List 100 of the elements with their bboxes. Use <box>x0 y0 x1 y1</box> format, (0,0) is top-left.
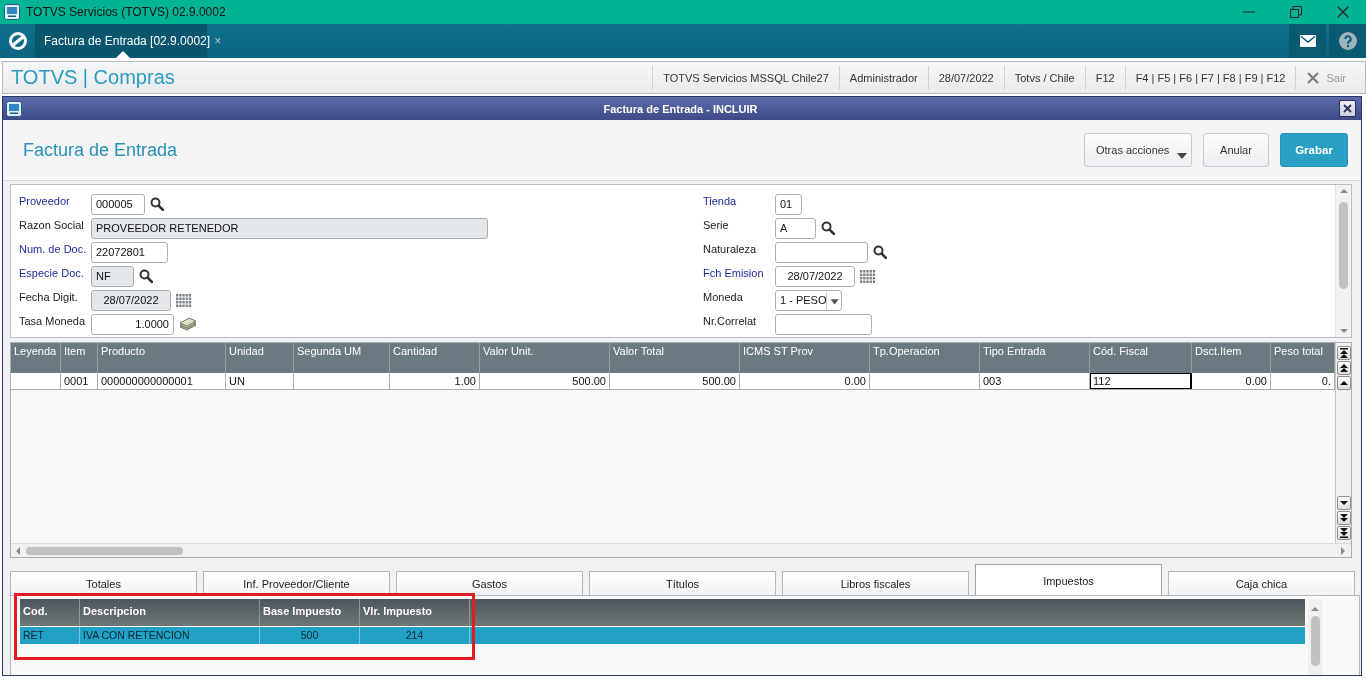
tab-close-button[interactable]: × <box>214 34 222 48</box>
double-down-arrow-icon <box>1338 513 1349 523</box>
input-field[interactable]: 01 <box>775 193 802 215</box>
calendar-icon[interactable] <box>176 293 192 307</box>
header-info-text: Administrador <box>838 65 928 90</box>
mail-button[interactable] <box>1289 24 1326 58</box>
table-cell: RET <box>20 627 80 644</box>
input-field[interactable]: NF <box>91 265 134 287</box>
tab[interactable]: Libros fiscales <box>782 571 969 595</box>
caret-icon <box>826 290 841 310</box>
action-button[interactable]: Anular <box>1203 133 1269 167</box>
input-field[interactable]: PROVEEDOR RETENEDOR <box>91 217 488 239</box>
field-label: Fecha Digit. <box>19 290 79 303</box>
search-icon[interactable] <box>139 269 153 283</box>
header-info-text: F12 <box>1084 65 1125 90</box>
tab[interactable]: Caja chica <box>1168 571 1355 595</box>
header-info-text: TOTVS Servicios MSSQL Chile27 <box>652 65 839 90</box>
field-label: Proveedor <box>19 194 71 207</box>
field-label: Tasa Moneda <box>19 314 87 327</box>
down-arrow-icon <box>1338 498 1349 508</box>
search-icon[interactable] <box>873 245 887 259</box>
table-cell: 500 <box>260 627 360 644</box>
input-field[interactable] <box>775 313 872 335</box>
help-icon <box>1338 32 1357 50</box>
restore-icon[interactable] <box>1289 6 1302 18</box>
search-icon[interactable] <box>821 221 835 235</box>
table-cell[interactable]: 0.00 <box>740 373 870 389</box>
up-arrow-icon <box>1339 188 1348 194</box>
caret-icon <box>1177 153 1187 159</box>
table-cell: IVA CON RETENCION <box>80 627 260 644</box>
scrollbar-thumb[interactable] <box>26 546 183 555</box>
menu-button[interactable]: Otras acciones <box>1084 133 1192 167</box>
scroll-page-down-button[interactable] <box>1336 511 1351 525</box>
field-label: Num. de Doc. <box>19 242 88 255</box>
table-cell[interactable]: 1.00 <box>390 373 480 389</box>
table-cell[interactable]: 0001 <box>61 373 98 389</box>
input-field[interactable]: 22072801 <box>91 241 168 263</box>
help-button[interactable] <box>1329 24 1366 58</box>
right-arrow-icon <box>1340 546 1346 555</box>
scroll-down-button[interactable] <box>1336 496 1351 510</box>
select-field[interactable]: 1 - PESO <box>775 289 842 311</box>
table-cell[interactable]: 500.00 <box>480 373 610 389</box>
field-label: Fch Emision <box>703 266 765 279</box>
table-cell[interactable]: 003 <box>980 373 1090 389</box>
table-cell: 214 <box>360 627 470 644</box>
scrollbar-thumb[interactable] <box>1339 202 1348 289</box>
header-info-text: 28/07/2022 <box>927 65 1004 90</box>
date-field[interactable]: 28/07/2022 <box>775 265 855 287</box>
vertical-scrollbar[interactable] <box>1335 343 1351 543</box>
dialog-window-icon <box>6 100 22 117</box>
down-arrow-icon <box>1339 328 1348 334</box>
bar-double-up-arrow-icon <box>1338 348 1349 358</box>
left-arrow-icon <box>15 546 21 555</box>
close-icon <box>1343 104 1352 113</box>
window-title: TOTVS Servicios (TOTVS) 02.9.0002 <box>26 5 226 19</box>
envelope-icon <box>1299 35 1316 47</box>
dialog-heading: Factura de Entrada <box>23 139 178 161</box>
tab[interactable]: Gastos <box>396 571 583 595</box>
date-field[interactable]: 28/07/2022 <box>91 289 171 311</box>
table-cell[interactable]: UN <box>226 373 294 389</box>
table-row[interactable]: RET IVA CON RETENCION 500 214 <box>20 626 1305 644</box>
scrollbar-thumb[interactable] <box>1310 616 1320 666</box>
header-info-text: F4 | F5 | F6 | F7 | F8 | F9 | F12 <box>1124 65 1296 90</box>
tab[interactable]: Títulos <box>589 571 776 595</box>
table-cell[interactable]: 500.00 <box>610 373 740 389</box>
dialog-close-button[interactable] <box>1339 100 1356 117</box>
up-arrow-icon <box>1311 606 1319 612</box>
app-window-icon <box>4 4 20 20</box>
table-cell[interactable]: 0.00 <box>1192 373 1271 389</box>
dialog-title: Factura de Entrada - INCLUIR <box>602 102 759 115</box>
up-arrow-icon <box>1338 378 1349 388</box>
field-label: Moneda <box>703 290 744 303</box>
horizontal-scrollbar[interactable] <box>11 543 1351 557</box>
input-field[interactable] <box>775 241 868 263</box>
scroll-up-button[interactable] <box>1336 376 1351 390</box>
input-field[interactable]: A <box>775 217 816 239</box>
ring-logo-icon[interactable] <box>7 31 28 51</box>
scroll-first-button[interactable] <box>1336 346 1351 360</box>
header-info-text: Totvs / Chile <box>1003 65 1085 90</box>
vertical-scrollbar[interactable] <box>1335 185 1351 337</box>
scroll-page-up-button[interactable] <box>1336 361 1351 375</box>
app-title: TOTVS | Compras <box>10 66 175 89</box>
calendar-icon[interactable] <box>860 269 876 283</box>
input-field[interactable]: 1.0000 <box>91 313 174 335</box>
field-label: Naturaleza <box>703 242 758 255</box>
column-header[interactable]: Cód. Fiscal <box>1090 343 1192 373</box>
field-label: Serie <box>703 218 730 231</box>
banknotes-icon[interactable] <box>179 317 197 331</box>
table-cell[interactable]: 000000000000001 <box>98 373 226 389</box>
tab[interactable]: Inf. Proveedor/Cliente <box>203 571 390 595</box>
scroll-last-button[interactable] <box>1336 526 1351 540</box>
close-icon[interactable] <box>1336 6 1349 18</box>
input-field[interactable]: 000005 <box>91 193 145 215</box>
field-label: Razon Social <box>19 218 85 231</box>
search-icon[interactable] <box>150 197 164 211</box>
table-cell[interactable]: 112 <box>1090 373 1192 389</box>
field-label: Especie Doc. <box>19 266 85 279</box>
tab[interactable]: Totales <box>10 571 197 595</box>
tab[interactable]: Impuestos <box>975 564 1162 595</box>
vertical-scrollbar[interactable] <box>1308 599 1322 675</box>
